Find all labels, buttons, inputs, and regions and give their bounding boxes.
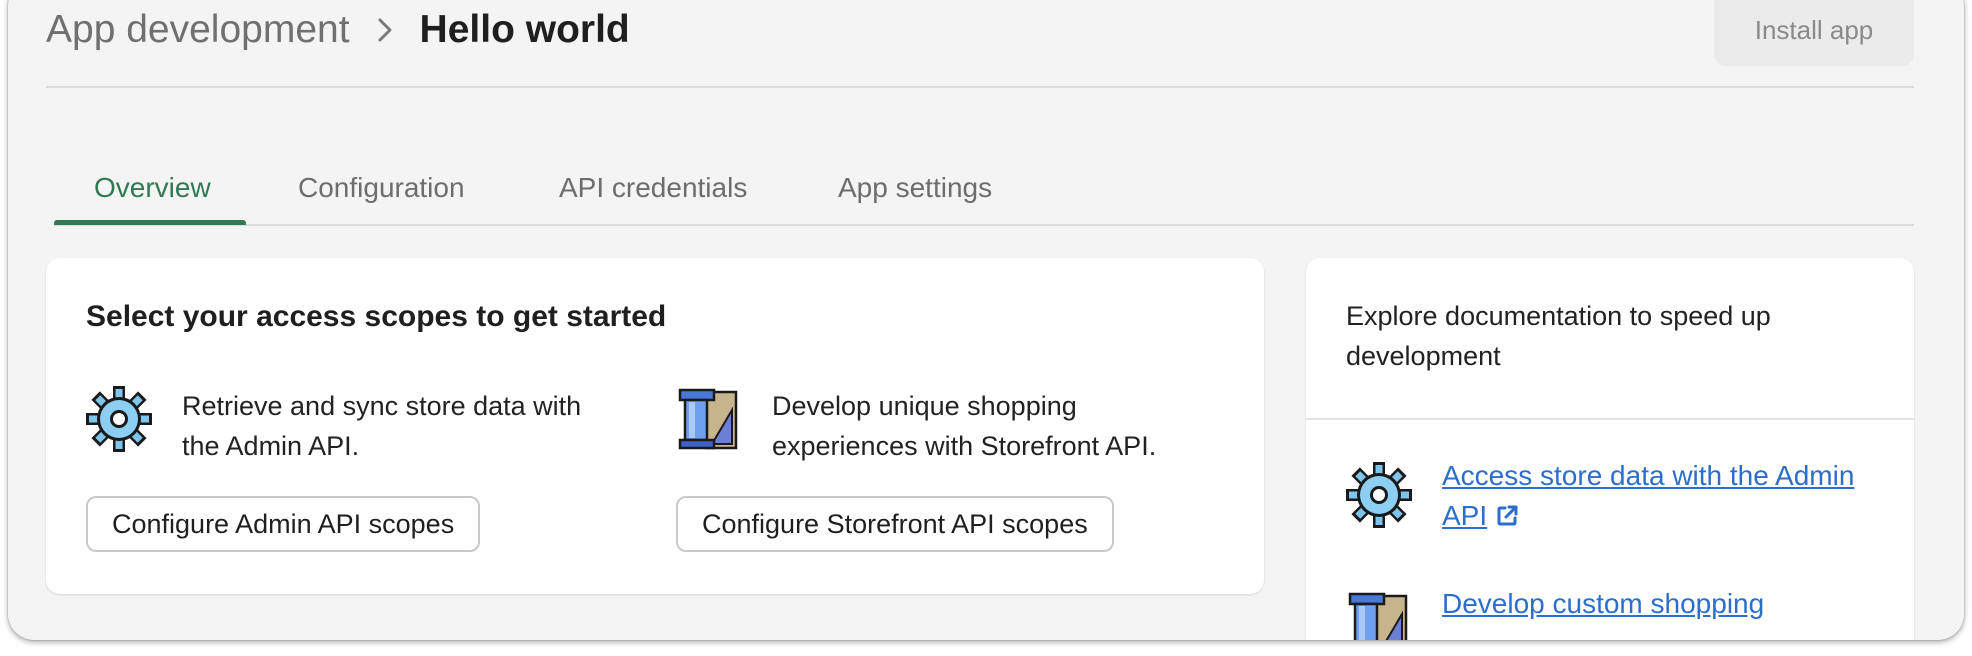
app-window: App development Hello world Install app … [8,0,1964,640]
install-app-button[interactable]: Install app [1714,0,1914,66]
storefront-icon [676,386,742,452]
documentation-divider [1306,418,1914,420]
configure-admin-api-scopes-button[interactable]: Configure Admin API scopes [86,496,481,552]
gear-icon [1346,462,1412,528]
tabs-divider [54,224,1914,226]
card-title: Select your access scopes to get started [86,300,667,333]
access-scopes-card: Select your access scopes to get started… [46,258,1264,594]
page-content: App development Hello world Install app … [8,0,1964,640]
storefront-api-description-line: Develop unique shopping [772,391,1077,421]
breadcrumb-parent-link[interactable]: App development [46,8,350,52]
admin-api-doc-link[interactable]: Access store data with the Admin API [1442,456,1902,536]
chevron-right-icon [350,17,420,43]
external-link-icon [1497,505,1518,526]
admin-api-description-line: Retrieve and sync store data with [182,391,582,421]
storefront-doc-link[interactable]: Develop custom shopping [1442,584,1902,624]
breadcrumb: App development Hello world [46,6,630,54]
storefront-icon [1346,590,1412,640]
gear-icon [86,386,152,452]
tab-overview[interactable]: Overview [94,172,211,204]
documentation-heading: Explore documentation to speed up develo… [1346,301,1771,371]
admin-api-description-line: the Admin API. [182,431,360,461]
storefront-api-description-line: experiences with Storefront API. [772,431,1157,461]
header-divider [46,86,1914,88]
tab-app-settings[interactable]: App settings [838,172,992,204]
tab-configuration[interactable]: Configuration [298,172,465,204]
documentation-card: Explore documentation to speed up develo… [1306,258,1914,640]
active-tab-indicator [54,220,246,225]
storefront-api-description: Develop unique shopping experiences with… [772,386,1156,466]
configure-storefront-api-scopes-button[interactable]: Configure Storefront API scopes [676,496,1114,552]
admin-api-description: Retrieve and sync store data with the Ad… [182,386,581,466]
page-title: Hello world [419,8,630,51]
tab-bar: Overview Configuration API credentials A… [54,150,1914,230]
tab-api-credentials[interactable]: API credentials [559,172,747,204]
